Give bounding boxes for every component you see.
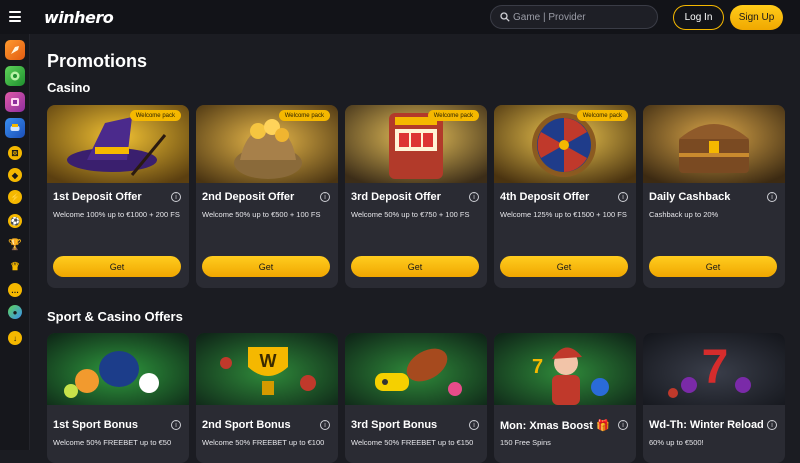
- info-icon[interactable]: i: [171, 420, 181, 430]
- card-title: 4th Deposit Offer: [500, 191, 590, 203]
- info-icon[interactable]: i: [469, 420, 479, 430]
- card-description: Welcome 100% up to €1000 + 200 FS: [53, 210, 180, 219]
- sidebar: ⚄ ◆ ⚡ ⚽ 🏆 ♛ … ● ↓: [0, 34, 30, 450]
- card-title: 3rd Sport Bonus: [351, 419, 438, 431]
- get-button[interactable]: Get: [202, 256, 330, 277]
- info-icon[interactable]: i: [618, 192, 628, 202]
- download-icon[interactable]: ↓: [8, 331, 22, 345]
- trophy-w-image: W: [196, 333, 338, 405]
- sports-rocket-icon[interactable]: [5, 40, 25, 60]
- promo-card[interactable]: W 2nd Sport Bonus i Welcome 50% FREEBET …: [196, 333, 338, 463]
- gamepad-football-image: [345, 333, 487, 405]
- card-title: Wd-Th: Winter Reload: [649, 419, 764, 431]
- xmas-girl-image: 7: [494, 333, 636, 405]
- card-title: Mon: Xmas Boost 🎁: [500, 420, 610, 432]
- promo-card[interactable]: Welcome pack 3rd Deposit Offer i Welcome…: [345, 105, 487, 288]
- card-description: Welcome 50% FREEBET up to €150: [351, 438, 474, 447]
- promo-card[interactable]: 7 Mon: Xmas Boost 🎁 i 150 Free Spins: [494, 333, 636, 463]
- info-icon[interactable]: i: [767, 192, 777, 202]
- lightning-icon[interactable]: ⚡: [8, 190, 22, 204]
- info-icon[interactable]: i: [618, 420, 628, 430]
- info-icon[interactable]: i: [171, 192, 181, 202]
- dice-icon[interactable]: ⚄: [8, 146, 22, 160]
- search-icon: [500, 12, 510, 22]
- main-content: Promotions Casino Welcome pack 1st Depos…: [31, 34, 800, 463]
- sport-helmet-image: [47, 333, 189, 405]
- section-title-sport: Sport & Casino Offers: [47, 309, 183, 324]
- svg-text:7: 7: [702, 341, 729, 394]
- search-box[interactable]: [490, 5, 658, 29]
- winter-seven-image: 7: [643, 333, 785, 405]
- card-description: Welcome 50% FREEBET up to €100: [202, 438, 325, 447]
- card-description: 150 Free Spins: [500, 438, 551, 447]
- logo[interactable]: winhero: [44, 8, 114, 27]
- card-description: Welcome 125% up to €1500 + 100 FS: [500, 210, 627, 219]
- promo-card[interactable]: Welcome pack 2nd Deposit Offer i Welcome…: [196, 105, 338, 288]
- info-icon[interactable]: i: [320, 420, 330, 430]
- card-description: Cashback up to 20%: [649, 210, 719, 219]
- login-button[interactable]: Log In: [673, 5, 724, 30]
- crown-icon[interactable]: ♛: [8, 259, 22, 273]
- promo-card[interactable]: Welcome pack 4th Deposit Offer i Welcome…: [494, 105, 636, 288]
- card-description: Welcome 50% up to €750 + 100 FS: [351, 210, 470, 219]
- card-title: Daily Cashback: [649, 191, 731, 203]
- promo-card[interactable]: Daily Cashback i Cashback up to 20% Get: [643, 105, 785, 288]
- card-description: 60% up to €500!: [649, 438, 704, 447]
- info-icon[interactable]: i: [320, 192, 330, 202]
- menu-icon[interactable]: [9, 11, 21, 22]
- tournament-icon[interactable]: ◆: [8, 168, 22, 182]
- card-title: 3rd Deposit Offer: [351, 191, 441, 203]
- chat-icon[interactable]: …: [8, 283, 22, 297]
- sport-ball-icon[interactable]: ⚽: [8, 214, 22, 228]
- card-title: 1st Deposit Offer: [53, 191, 142, 203]
- welcome-pack-badge: Welcome pack: [576, 110, 628, 121]
- promo-card[interactable]: 3rd Sport Bonus i Welcome 50% FREEBET up…: [345, 333, 487, 463]
- promo-card[interactable]: Welcome pack 1st Deposit Offer i Welcome…: [47, 105, 189, 288]
- signup-button[interactable]: Sign Up: [730, 5, 783, 30]
- live-casino-icon[interactable]: [5, 66, 25, 86]
- card-title: 2nd Sport Bonus: [202, 419, 291, 431]
- promo-card[interactable]: 7 Wd-Th: Winter Reload i 60% up to €500!: [643, 333, 785, 463]
- table-games-icon[interactable]: [5, 118, 25, 138]
- search-input[interactable]: [513, 9, 653, 25]
- info-icon[interactable]: i: [469, 192, 479, 202]
- section-title-casino: Casino: [47, 80, 91, 95]
- page-title: Promotions: [47, 51, 148, 71]
- card-title: 1st Sport Bonus: [53, 419, 138, 431]
- slots-icon[interactable]: [5, 92, 25, 112]
- globe-icon[interactable]: ●: [8, 305, 22, 319]
- card-title: 2nd Deposit Offer: [202, 191, 295, 203]
- welcome-pack-badge: Welcome pack: [129, 110, 181, 121]
- top-bar: winhero Log In Sign Up: [0, 0, 800, 34]
- svg-text:W: W: [260, 351, 277, 371]
- card-description: Welcome 50% FREEBET up to €50: [53, 438, 172, 447]
- treasure-chest-image: [643, 105, 785, 183]
- welcome-pack-badge: Welcome pack: [427, 110, 479, 121]
- get-button[interactable]: Get: [649, 256, 777, 277]
- welcome-pack-badge: Welcome pack: [278, 110, 330, 121]
- get-button[interactable]: Get: [351, 256, 479, 277]
- svg-text:7: 7: [532, 356, 543, 378]
- promo-card[interactable]: 1st Sport Bonus i Welcome 50% FREEBET up…: [47, 333, 189, 463]
- card-description: Welcome 50% up to €500 + 100 FS: [202, 210, 321, 219]
- get-button[interactable]: Get: [53, 256, 181, 277]
- trophy-icon[interactable]: 🏆: [8, 237, 22, 251]
- get-button[interactable]: Get: [500, 256, 628, 277]
- info-icon[interactable]: i: [767, 420, 777, 430]
